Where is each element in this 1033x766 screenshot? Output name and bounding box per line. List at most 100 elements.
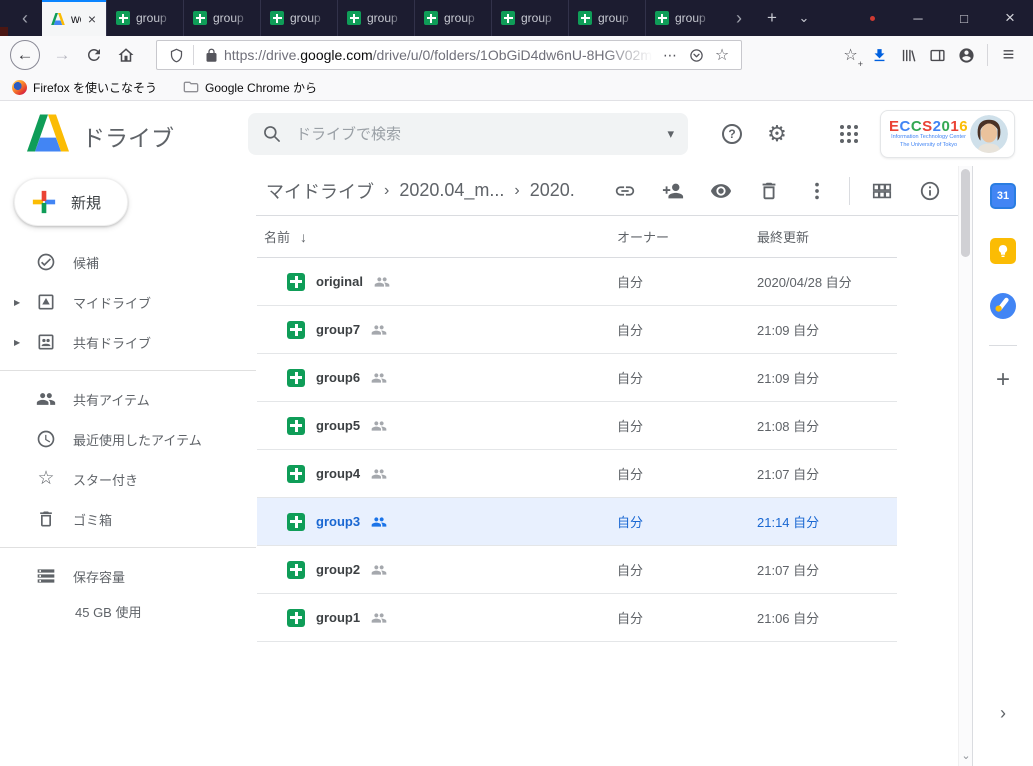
home-icon	[117, 46, 135, 64]
expand-arrow-icon[interactable]: ▶	[14, 338, 28, 347]
window-close-button[interactable]: ×	[987, 0, 1033, 36]
sidebar-toggle-button[interactable]	[923, 41, 952, 70]
tab-group-sheet[interactable]: group	[337, 0, 414, 36]
divider	[0, 370, 256, 371]
home-button[interactable]	[110, 39, 142, 71]
get-link-button[interactable]	[613, 179, 637, 203]
library-button[interactable]	[894, 41, 923, 70]
column-header-modified[interactable]: 最終更新	[757, 227, 897, 246]
tab-group-sheet[interactable]: group	[645, 0, 722, 36]
sheets-file-icon	[287, 465, 305, 483]
drive-logo-icon	[27, 114, 69, 152]
page-scrollbar[interactable]: ⌄	[958, 166, 972, 766]
scroll-tabs-left-button[interactable]: ‹	[8, 0, 42, 36]
page-actions-icon[interactable]: ⋯	[657, 47, 683, 64]
tab-group-sheet[interactable]: group	[183, 0, 260, 36]
https-lock-icon[interactable]	[198, 48, 224, 63]
hide-side-panel-button[interactable]: ›	[1000, 703, 1006, 724]
file-owner: 自分	[617, 608, 757, 627]
help-button[interactable]: ?	[719, 121, 745, 147]
account-badge[interactable]: ECCS2016 Information Technology CenterTh…	[880, 110, 1015, 158]
bookmark-item-firefox[interactable]: Firefox を使いこなそう	[12, 79, 157, 96]
downloads-button[interactable]	[865, 41, 894, 70]
tracking-protection-shield-icon[interactable]	[163, 48, 189, 63]
my-drive-icon	[36, 292, 56, 312]
file-row[interactable]: group5 自分 21:08 自分	[257, 402, 897, 450]
sheets-file-icon	[287, 417, 305, 435]
share-button[interactable]	[661, 179, 685, 203]
sidebar-item-shared-with-me[interactable]: 共有アイテム	[0, 379, 256, 419]
file-row[interactable]: group7 自分 21:09 自分	[257, 306, 897, 354]
file-row-selected[interactable]: group3 自分 21:14 自分	[257, 498, 897, 546]
settings-button[interactable]: ⚙	[764, 121, 790, 147]
breadcrumb-current-folder[interactable]: 2020.	[530, 180, 575, 201]
new-button-label: 新規	[71, 192, 101, 213]
sidebar-item-suggested[interactable]: 候補	[0, 242, 256, 282]
list-all-tabs-button[interactable]: ⌄	[788, 0, 820, 36]
url-bar[interactable]: https://drive.google.com/drive/u/0/folde…	[156, 40, 742, 70]
breadcrumb-folder[interactable]: 2020.04_m...	[399, 180, 504, 201]
url-text[interactable]: https://drive.google.com/drive/u/0/folde…	[224, 47, 657, 63]
search-box[interactable]: ▾	[248, 113, 688, 155]
menu-button[interactable]: ≡	[994, 41, 1023, 70]
preview-button[interactable]	[709, 179, 733, 203]
tab-google-drive[interactable]: wo ×	[42, 0, 106, 36]
account-button[interactable]	[952, 41, 981, 70]
bookmark-star-icon[interactable]: ☆	[709, 45, 735, 65]
delete-button[interactable]	[757, 179, 781, 203]
drive-main: マイドライブ › 2020.04_m... › 2020.	[256, 166, 958, 766]
back-button[interactable]: ←	[10, 40, 40, 70]
avatar[interactable]	[970, 115, 1008, 153]
scrollbar-thumb[interactable]	[961, 169, 970, 257]
reload-button[interactable]	[78, 39, 110, 71]
tab-group-sheet[interactable]: group	[568, 0, 645, 36]
star-icon: ☆	[843, 45, 857, 65]
shared-people-icon	[371, 514, 387, 530]
sidebar-item-storage[interactable]: 保存容量	[0, 556, 256, 596]
sidebar-item-shared-drives[interactable]: ▶ 共有ドライブ	[0, 322, 256, 362]
search-input[interactable]	[296, 126, 667, 143]
column-header-owner[interactable]: オーナー	[617, 227, 757, 246]
keep-button[interactable]	[990, 238, 1016, 264]
bookmarks-menu-button[interactable]: ☆+	[836, 41, 865, 70]
new-button[interactable]: 新規	[14, 178, 128, 226]
tasks-button[interactable]	[990, 293, 1016, 319]
tab-close-icon[interactable]: ×	[87, 11, 97, 27]
scrollbar-down-arrow-icon[interactable]: ⌄	[959, 749, 973, 762]
sidebar-item-trash[interactable]: ゴミ箱	[0, 499, 256, 539]
forward-button[interactable]: →	[46, 39, 78, 71]
tab-group-sheet[interactable]: group	[414, 0, 491, 36]
file-row[interactable]: group1 自分 21:06 自分	[257, 594, 897, 642]
sort-desc-icon[interactable]: ↓	[300, 229, 307, 245]
window-minimize-button[interactable]: ─	[895, 0, 941, 36]
sheets-icon	[501, 11, 515, 25]
calendar-button[interactable]: 31	[990, 183, 1016, 209]
window-maximize-button[interactable]: □	[941, 0, 987, 36]
more-actions-button[interactable]	[805, 179, 829, 203]
scroll-tabs-right-button[interactable]: ›	[722, 0, 756, 36]
pocket-icon[interactable]	[683, 48, 709, 63]
column-header-name[interactable]: 名前	[264, 227, 290, 246]
add-panel-app-button[interactable]: +	[996, 367, 1010, 393]
tab-group-sheet[interactable]: group	[260, 0, 337, 36]
google-apps-button[interactable]	[836, 121, 862, 147]
file-row[interactable]: group2 自分 21:07 自分	[257, 546, 897, 594]
expand-arrow-icon[interactable]: ▶	[14, 298, 28, 307]
search-options-caret-icon[interactable]: ▾	[667, 126, 674, 142]
bookmark-folder-chrome[interactable]: Google Chrome から	[183, 79, 317, 96]
file-row[interactable]: group6 自分 21:09 自分	[257, 354, 897, 402]
file-row[interactable]: original 自分 2020/04/28 自分	[257, 258, 897, 306]
breadcrumb-my-drive[interactable]: マイドライブ	[266, 178, 374, 204]
tab-title: group	[675, 11, 713, 25]
sidebar-item-my-drive[interactable]: ▶ マイドライブ	[0, 282, 256, 322]
new-tab-button[interactable]: +	[756, 0, 788, 36]
file-owner: 自分	[617, 464, 757, 483]
sidebar-item-starred[interactable]: ☆ スター付き	[0, 459, 256, 499]
tab-group-sheet[interactable]: group	[106, 0, 183, 36]
divider	[0, 547, 256, 548]
sidebar-item-recent[interactable]: 最近使用したアイテム	[0, 419, 256, 459]
tab-group-sheet[interactable]: group	[491, 0, 568, 36]
info-button[interactable]	[918, 179, 942, 203]
file-row[interactable]: group4 自分 21:07 自分	[257, 450, 897, 498]
grid-view-button[interactable]	[870, 179, 894, 203]
